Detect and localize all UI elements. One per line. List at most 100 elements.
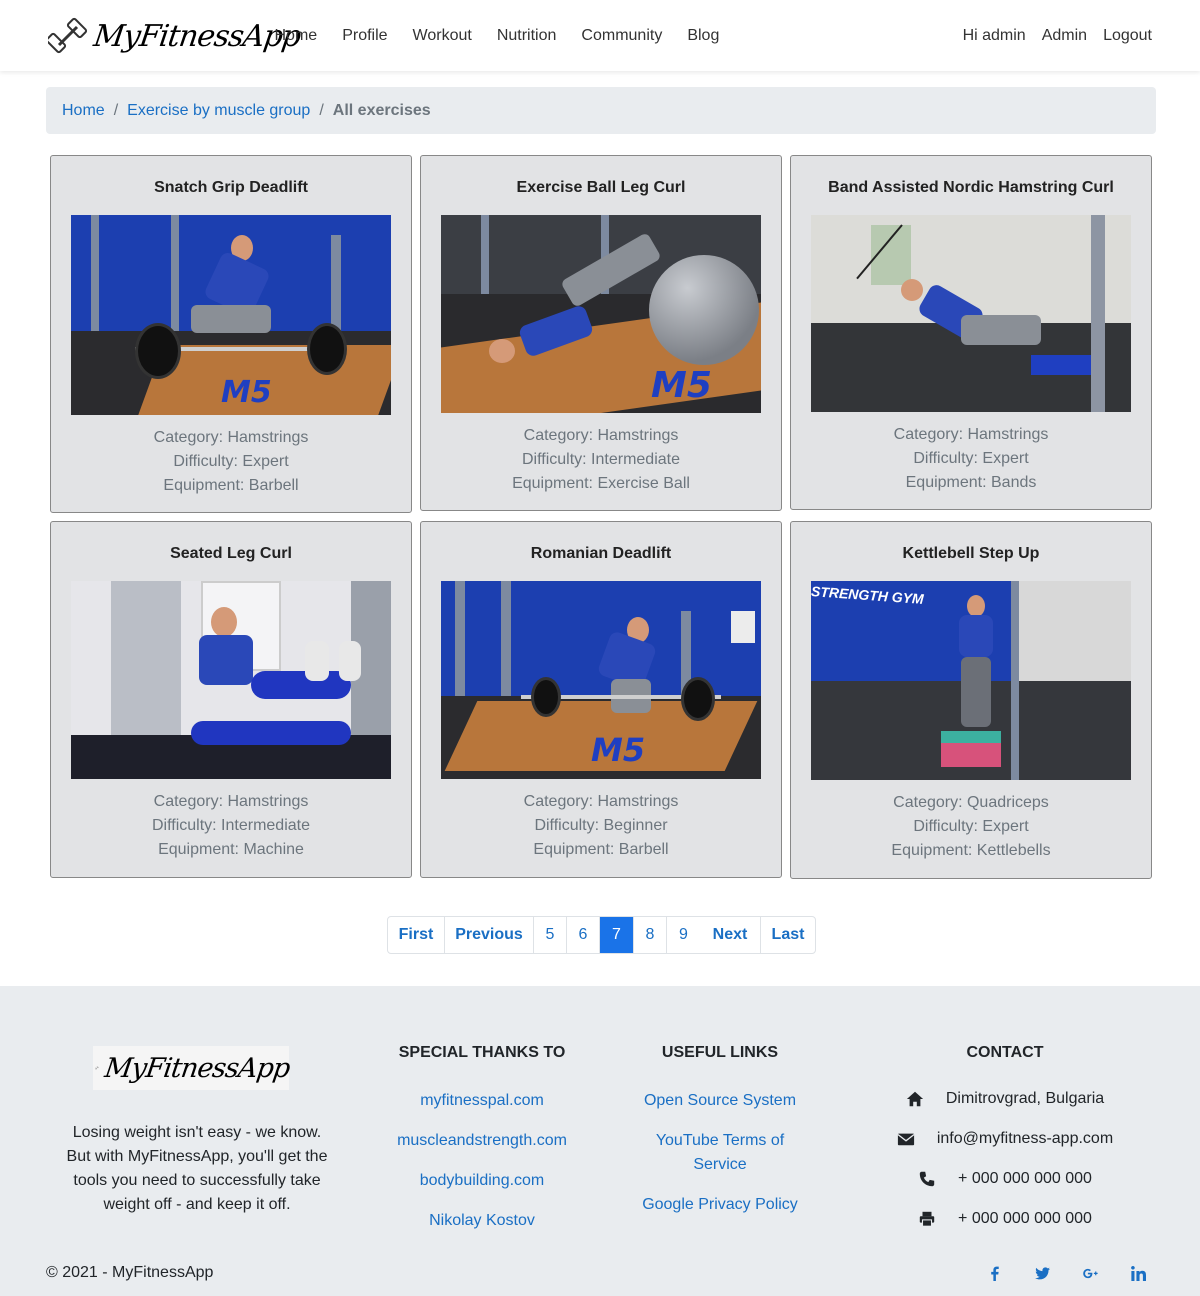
phone-icon [919,1171,935,1187]
pagination-previous[interactable]: Previous [445,917,534,953]
pagination-page[interactable]: 9 [667,917,700,953]
dumbbell-icon [95,1066,99,1070]
exercise-image[interactable]: M5 [441,581,761,779]
pagination-first[interactable]: First [388,917,445,953]
exercise-card[interactable]: Romanian Deadlift M5 Category: Hamstring [420,521,782,878]
nav-workout[interactable]: Workout [400,27,484,45]
envelope-icon [897,1133,915,1146]
exercise-difficulty: Difficulty: Intermediate [152,817,310,834]
main-nav: Home Profile Workout Nutrition Community… [262,0,732,71]
exercise-equipment: Equipment: Exercise Ball [512,475,690,492]
home-icon [906,1091,923,1107]
breadcrumb: Home / Exercise by muscle group / All ex… [46,87,1156,134]
exercise-meta: Category: Hamstrings Difficulty: Interme… [51,790,411,862]
exercise-title[interactable]: Romanian Deadlift [421,545,781,565]
exercise-title[interactable]: Snatch Grip Deadlift [51,179,411,199]
user-nav: Hi admin Admin Logout [955,0,1160,71]
footer-heading: USEFUL LINKS [661,1044,779,1061]
exercise-meta: Category: Hamstrings Difficulty: Beginne… [421,790,781,862]
exercise-difficulty: Difficulty: Expert [913,818,1029,835]
nav-community[interactable]: Community [569,27,675,45]
pagination-page[interactable]: 6 [567,917,600,953]
exercise-equipment: Equipment: Bands [905,474,1037,491]
exercise-difficulty: Difficulty: Expert [173,453,289,470]
user-greeting[interactable]: Hi admin [955,27,1034,45]
exercise-difficulty: Difficulty: Expert [913,450,1029,467]
pagination-page-current[interactable]: 7 [600,917,634,953]
breadcrumb-separator: / [319,101,324,119]
breadcrumb-home[interactable]: Home [62,102,105,120]
exercise-image[interactable]: M5 [71,215,391,415]
exercise-difficulty: Difficulty: Intermediate [522,451,680,468]
dumbbell-icon [48,17,88,54]
breadcrumb-current: All exercises [332,101,431,119]
footer-logo: MyFitnessApp [93,1046,292,1090]
facebook-icon[interactable] [986,1265,1002,1281]
exercise-card[interactable]: Kettlebell Step Up STRENGTH GYM Category… [790,521,1152,879]
footer-heading: SPECIAL THANKS TO [398,1044,566,1061]
exercise-image[interactable] [71,581,391,779]
exercise-meta: Category: Hamstrings Difficulty: Expert … [51,426,411,498]
exercise-meta: Category: Hamstrings Difficulty: Interme… [421,424,781,496]
nav-profile[interactable]: Profile [330,27,400,45]
exercise-title[interactable]: Seated Leg Curl [51,545,411,565]
exercise-image[interactable]: M5 [441,215,761,413]
exercise-image[interactable]: STRENGTH GYM [811,581,1131,780]
pagination-page[interactable]: 5 [534,917,567,953]
footer-special-thanks: SPECIAL THANKS TO myfitnesspal.com muscl… [382,1044,582,1249]
copyright: © 2021 - MyFitnessApp [46,1264,214,1281]
exercise-meta: Category: Quadriceps Difficulty: Expert … [791,791,1151,863]
nav-home[interactable]: Home [262,27,330,45]
footer-link[interactable]: myfitnesspal.com [382,1089,582,1113]
google-plus-icon[interactable] [1082,1265,1098,1281]
nav-admin[interactable]: Admin [1034,27,1095,45]
exercise-card[interactable]: Snatch Grip Deadlift M5 Category: Hamstr… [50,155,412,513]
exercise-title[interactable]: Exercise Ball Leg Curl [421,179,781,199]
exercise-difficulty: Difficulty: Beginner [534,817,668,834]
contact-phone: + 000 000 000 000 [880,1167,1130,1191]
logout-link[interactable]: Logout [1095,27,1160,45]
exercise-card[interactable]: Band Assisted Nordic Hamstring Curl Cate… [790,155,1152,510]
navbar: MyFitnessApp Home Profile Workout Nutrit… [0,0,1200,71]
footer-useful-links: USEFUL LINKS Open Source System YouTube … [630,1044,810,1233]
exercise-title[interactable]: Band Assisted Nordic Hamstring Curl [791,179,1151,199]
footer-heading: CONTACT [966,1044,1044,1061]
pagination: First Previous 5 6 7 8 9 Next Last [387,916,816,954]
pagination-last[interactable]: Last [761,917,815,953]
exercise-image[interactable] [811,215,1131,412]
footer-link[interactable]: bodybuilding.com [382,1169,582,1193]
footer-about-text: Losing weight isn't easy - we know. But … [66,1124,328,1213]
print-icon [919,1211,935,1227]
nav-nutrition[interactable]: Nutrition [484,27,569,45]
footer-link[interactable]: Open Source System [630,1089,810,1113]
contact-address: Dimitrovgrad, Bulgaria [880,1087,1130,1111]
exercise-category: Category: Hamstrings [523,427,679,444]
exercise-card[interactable]: Seated Leg Curl Category: Hamstrings Dif… [50,521,412,878]
footer-link[interactable]: Nikolay Kostov [382,1209,582,1233]
footer-brand-name: MyFitnessApp [102,1052,292,1084]
nav-blog[interactable]: Blog [675,27,732,45]
exercise-equipment: Equipment: Barbell [163,477,299,494]
exercise-card[interactable]: Exercise Ball Leg Curl M5 Category: Hams… [420,155,782,511]
pagination-page[interactable]: 8 [634,917,667,953]
contact-email: info@myfitness-app.com [880,1127,1130,1151]
breadcrumb-separator: / [113,101,119,119]
footer: MyFitnessApp Losing weight isn't easy - … [0,986,1200,1296]
footer-link[interactable]: Google Privacy Policy [630,1193,810,1217]
footer-link[interactable]: YouTube Terms of Service [630,1129,810,1177]
breadcrumb-muscle-group[interactable]: Exercise by muscle group [127,102,310,120]
exercise-title[interactable]: Kettlebell Step Up [791,545,1151,565]
linkedin-icon[interactable] [1130,1265,1146,1281]
footer-contact: CONTACT Dimitrovgrad, Bulgaria info@myfi… [880,1044,1130,1231]
exercise-category: Category: Hamstrings [523,793,679,810]
exercise-category: Category: Hamstrings [153,429,309,446]
twitter-icon[interactable] [1034,1265,1050,1281]
pagination-next[interactable]: Next [700,917,761,953]
social-links [954,1265,1146,1281]
exercise-equipment: Equipment: Kettlebells [891,842,1051,859]
exercise-category: Category: Quadriceps [893,794,1049,811]
contact-fax: + 000 000 000 000 [880,1207,1130,1231]
exercise-equipment: Equipment: Barbell [533,841,669,858]
footer-link[interactable]: muscleandstrength.com [382,1129,582,1153]
exercise-category: Category: Hamstrings [153,793,309,810]
